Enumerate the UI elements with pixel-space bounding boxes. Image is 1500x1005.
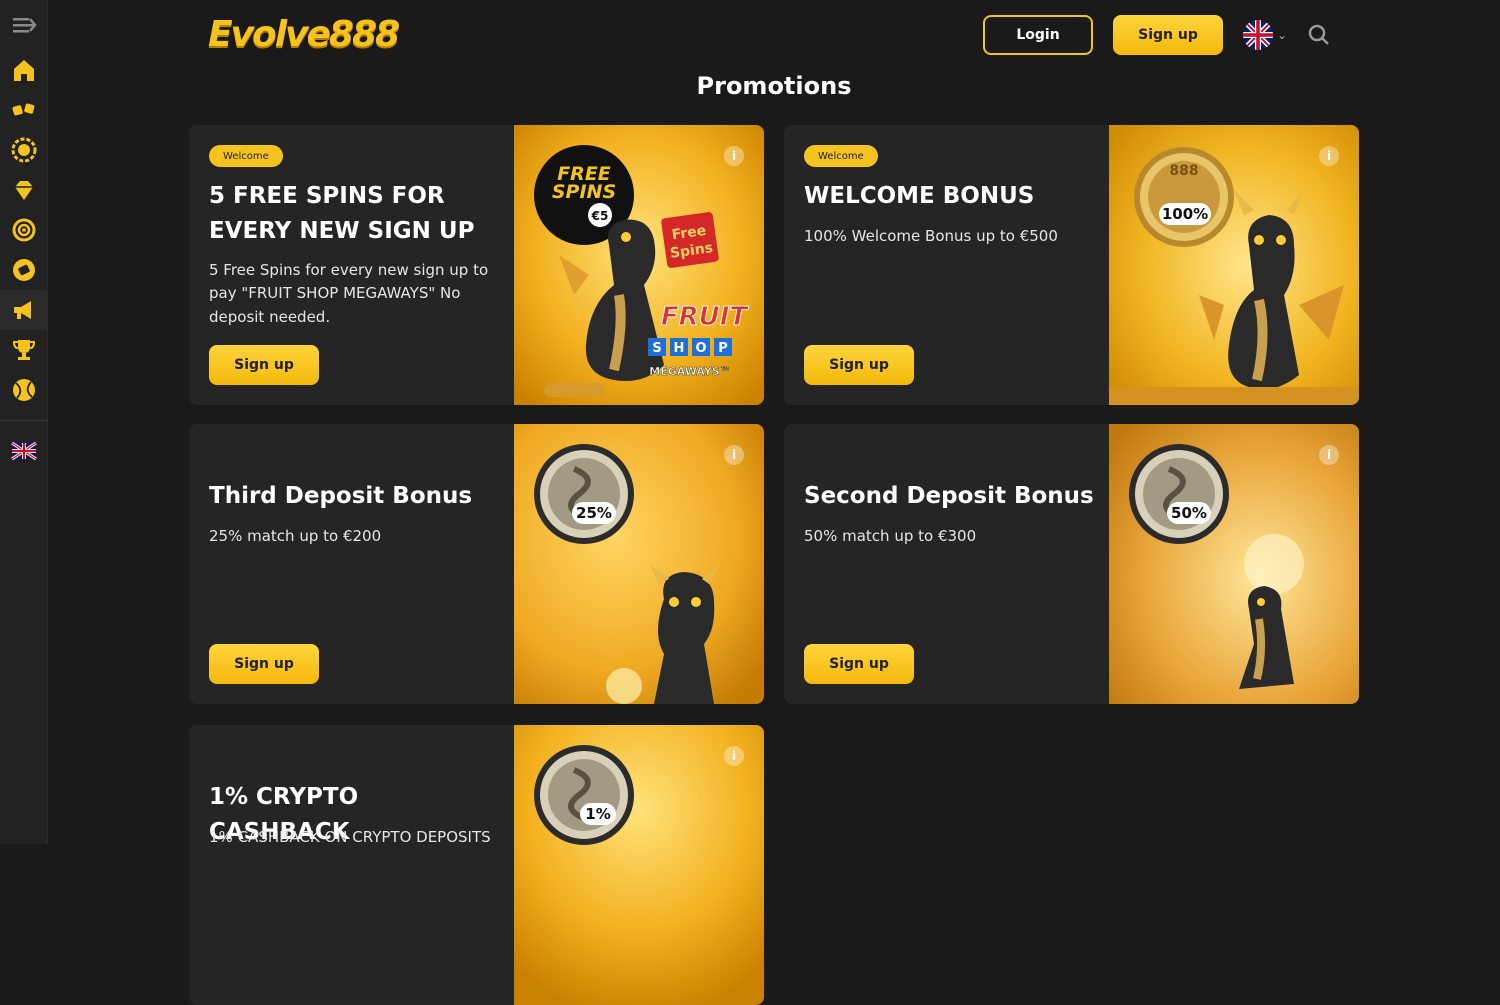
- svg-text:MEGAWAYS™: MEGAWAYS™: [649, 365, 731, 378]
- sidebar-item-casino[interactable]: [0, 130, 48, 170]
- sidebar-item-lottery[interactable]: [0, 250, 48, 290]
- coin-label: 1%: [585, 805, 610, 823]
- info-icon[interactable]: i: [1319, 146, 1339, 166]
- sidebar: [0, 0, 48, 844]
- info-icon[interactable]: i: [1319, 445, 1339, 465]
- promo-title: WELCOME BONUS: [804, 183, 1035, 209]
- info-icon[interactable]: i: [724, 746, 744, 766]
- promo-image: 888 100% i: [1109, 125, 1359, 405]
- promo-image: 50% i: [1109, 424, 1359, 704]
- welcome-badge: Welcome: [804, 145, 878, 167]
- ball-icon: [13, 379, 35, 401]
- promo-description: 100% Welcome Bonus up to €500: [804, 227, 1058, 245]
- language-selector[interactable]: ⌄: [1243, 20, 1291, 50]
- diamond-icon: [15, 181, 33, 200]
- signup-button[interactable]: Sign up: [1113, 15, 1223, 55]
- coin-label: 50%: [1171, 504, 1207, 522]
- promo-card-third-deposit: Third Deposit Bonus 25% match up to €200…: [189, 424, 764, 704]
- trophy-icon: [12, 340, 36, 360]
- promo-description: 5 Free Spins for every new sign up to: [209, 261, 489, 279]
- svg-text:H: H: [674, 341, 685, 356]
- sidebar-divider: [0, 420, 48, 421]
- promo-signup-button[interactable]: Sign up: [209, 644, 319, 684]
- brand-logo[interactable]: Evolve888: [208, 14, 400, 55]
- coin-text: 888: [1169, 163, 1198, 179]
- sidebar-item-language[interactable]: [0, 431, 48, 471]
- uk-flag-icon: [11, 441, 37, 461]
- promo-signup-button[interactable]: Sign up: [209, 345, 319, 385]
- sidebar-item-vip[interactable]: [0, 170, 48, 210]
- search-icon[interactable]: [1308, 24, 1330, 46]
- menu-toggle-button[interactable]: [0, 5, 48, 45]
- sidebar-item-tournaments[interactable]: [0, 330, 48, 370]
- promo-card-free-spins: Welcome 5 FREE SPINS FOR EVERY NEW SIGN …: [189, 125, 764, 405]
- promo-description: 25% match up to €200: [209, 527, 382, 545]
- promo-description: deposit needed.: [209, 308, 331, 326]
- megaphone-icon: [14, 301, 31, 319]
- target-icon: [12, 218, 36, 242]
- promo-title: Second Deposit Bonus: [804, 483, 1094, 509]
- promo-description: pay "FRUIT SHOP MEGAWAYS" No: [209, 284, 461, 302]
- promo-title: EVERY NEW SIGN UP: [209, 218, 475, 244]
- svg-text:O: O: [695, 341, 706, 356]
- ticket-icon: [13, 259, 35, 281]
- promo-image: 25% i: [514, 424, 764, 704]
- info-icon[interactable]: i: [724, 445, 744, 465]
- page-title: Promotions: [696, 72, 852, 100]
- promo-title: Third Deposit Bonus: [209, 483, 473, 509]
- promo-image: FREE SPINS €5 Free Spins FRUIT S H O P M…: [514, 125, 764, 405]
- sidebar-item-promotions[interactable]: [0, 290, 48, 330]
- dice-icon: [12, 103, 35, 116]
- welcome-badge: Welcome: [209, 145, 283, 167]
- uk-flag-icon: [1243, 20, 1273, 50]
- free-spins-text: SPINS: [552, 181, 616, 203]
- promo-card-crypto-cashback: 1% CRYPTO CASHBACK 1% CASHBACK ON CRYPTO…: [189, 725, 764, 1005]
- promo-title: 5 FREE SPINS FOR: [209, 183, 445, 209]
- svg-text:S: S: [652, 341, 661, 356]
- free-spins-value: €5: [591, 209, 609, 223]
- info-icon[interactable]: i: [724, 146, 744, 166]
- promo-description: 50% match up to €300: [804, 527, 977, 545]
- promo-image: 1% i: [514, 725, 764, 1005]
- coin-label: 100%: [1162, 205, 1208, 223]
- coin-label: 25%: [576, 504, 612, 522]
- sun-chip-icon: [11, 137, 37, 163]
- menu-arrow-icon: [13, 18, 37, 33]
- chevron-down-icon: ⌄: [1277, 28, 1288, 42]
- promo-card-welcome-bonus: Welcome WELCOME BONUS 100% Welcome Bonus…: [784, 125, 1359, 405]
- sidebar-item-sports[interactable]: [0, 370, 48, 410]
- svg-text:P: P: [718, 341, 728, 356]
- promo-description: 1% CASHBACK ON CRYPTO DEPOSITS: [209, 828, 491, 846]
- svg-text:FRUIT: FRUIT: [661, 302, 750, 332]
- promo-card-second-deposit: Second Deposit Bonus 50% match up to €30…: [784, 424, 1359, 704]
- promo-signup-button[interactable]: Sign up: [804, 345, 914, 385]
- promo-signup-button[interactable]: Sign up: [804, 644, 914, 684]
- login-button[interactable]: Login: [983, 15, 1093, 55]
- sidebar-item-target[interactable]: [0, 210, 48, 250]
